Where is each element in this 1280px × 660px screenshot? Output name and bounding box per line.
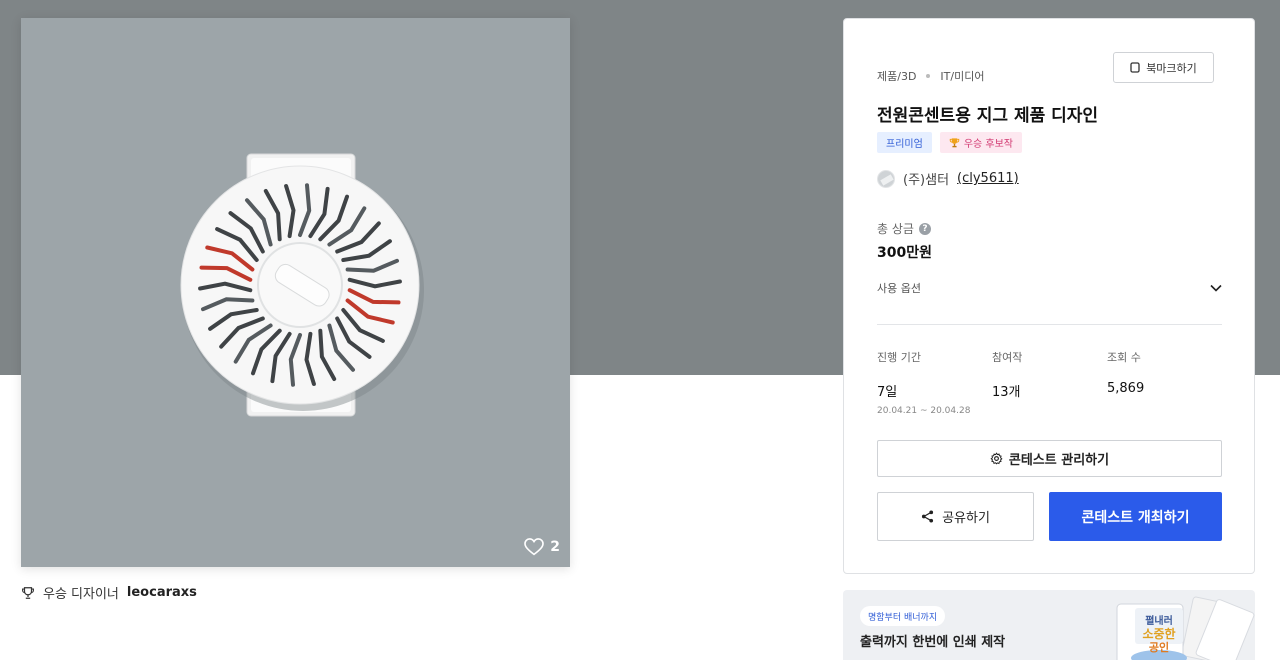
chevron-down-icon [1210, 284, 1222, 292]
stat-duration: 진행 기간 7일 20.04.21 ~ 20.04.28 [877, 349, 992, 416]
contest-stats: 진행 기간 7일 20.04.21 ~ 20.04.28 참여작 13개 조회 … [877, 349, 1222, 416]
product-image[interactable]: 2 [21, 18, 570, 567]
separator-dot [926, 74, 931, 78]
print-ad-banner[interactable]: 명함부터 배너까지 출력까지 한번에 인쇄 제작 펼내러 소중한 공인 [843, 590, 1255, 660]
share-button[interactable]: 공유하기 [877, 492, 1034, 541]
contest-title: 전원콘센트용 지그 제품 디자인 [877, 106, 1099, 126]
stat-label: 조회 수 [1107, 351, 1141, 364]
winner-designer: 우승 디자이너 leocaraxs [21, 583, 197, 602]
ad-artwork: 펼내러 소중한 공인 [1116, 596, 1255, 660]
premium-badge: 프리미엄 [877, 132, 932, 153]
prize-label-text: 총 상금 [877, 222, 914, 236]
trophy-icon [22, 586, 34, 599]
heart-outline-icon [524, 538, 545, 556]
stat-label: 진행 기간 [877, 351, 921, 364]
like-count: 2 [550, 539, 560, 555]
open-contest-button[interactable]: 콘테스트 개최하기 [1049, 492, 1222, 541]
share-label: 공유하기 [942, 511, 990, 526]
host-id-link[interactable]: (cly5611) [957, 171, 1019, 186]
manage-contest-button[interactable]: 콘테스트 관리하기 [877, 440, 1222, 477]
stat-value: 7일 [877, 385, 898, 400]
bookmark-icon [1130, 62, 1140, 73]
category-breadcrumb: 제품/3D IT/미디어 [877, 68, 984, 84]
stat-value: 5,869 [1107, 381, 1145, 396]
ad-art-text-line3: 공인 [1149, 640, 1169, 654]
stat-entries: 참여작 13개 [992, 349, 1107, 416]
stat-label: 참여작 [992, 351, 1023, 364]
usage-options-toggle[interactable]: 사용 옵션 [877, 277, 1222, 299]
usage-options-label: 사용 옵션 [877, 282, 921, 295]
divider [877, 324, 1222, 325]
candidate-badge-label: 우승 후보작 [963, 139, 1013, 150]
host-name: (주)샘터 [903, 173, 950, 188]
prize-label: 총 상금 ? [877, 220, 931, 237]
gear-icon [990, 452, 1003, 465]
premium-badge-label: 프리미엄 [886, 139, 923, 150]
ad-tag: 명함부터 배너까지 [860, 606, 946, 626]
share-icon [922, 510, 934, 523]
stat-date-range: 20.04.21 ~ 20.04.28 [877, 406, 971, 416]
bookmark-button[interactable]: 북마크하기 [1113, 52, 1214, 83]
ad-headline: 출력까지 한번에 인쇄 제작 [860, 635, 1006, 650]
prize-value: 300만원 [877, 245, 932, 261]
badge-group: 프리미엄 우승 후보작 [877, 132, 1022, 153]
question-circle-icon[interactable]: ? [918, 222, 931, 235]
category-primary[interactable]: 제품/3D [877, 68, 916, 84]
ad-art-text-line2: 소중한 [1142, 626, 1175, 641]
dial-illustration [21, 18, 570, 567]
category-secondary[interactable]: IT/미디어 [940, 68, 984, 84]
trophy-icon [949, 138, 960, 148]
candidate-badge: 우승 후보작 [939, 132, 1022, 153]
bookmark-label: 북마크하기 [1146, 61, 1197, 75]
winner-label: 우승 디자이너 [43, 587, 119, 602]
winner-name[interactable]: leocaraxs [127, 585, 197, 600]
avatar [877, 169, 895, 188]
open-contest-label: 콘테스트 개최하기 [1081, 509, 1190, 526]
stat-views: 조회 수 5,869 [1107, 349, 1222, 416]
ad-art-text-line1: 펼내러 [1145, 614, 1173, 627]
contest-info-card: 제품/3D IT/미디어 북마크하기 전원콘센트용 지그 제품 디자인 프리미엄… [843, 18, 1255, 574]
host-info[interactable]: (주)샘터 (cly5611) [877, 169, 1019, 188]
stat-value: 13개 [992, 385, 1021, 400]
manage-contest-label: 콘테스트 관리하기 [1008, 453, 1110, 468]
like-counter[interactable]: 2 [524, 538, 560, 556]
